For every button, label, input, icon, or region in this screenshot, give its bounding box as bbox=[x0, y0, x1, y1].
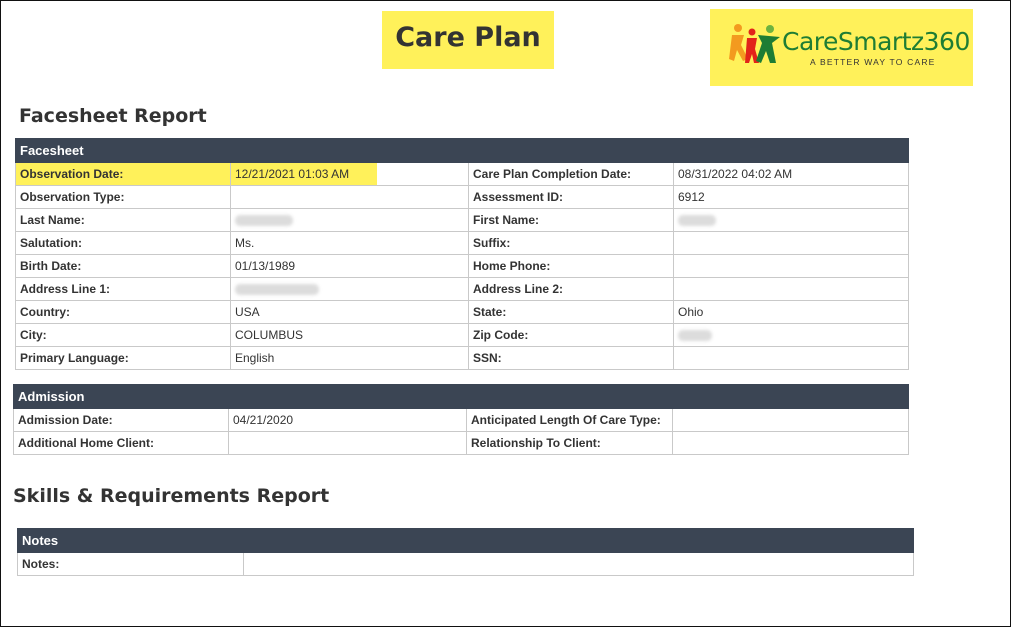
table-row: Last Name: First Name: bbox=[15, 208, 910, 232]
state-label: State: bbox=[468, 300, 674, 324]
assessment-id-value: 6912 bbox=[672, 185, 910, 209]
page-title-box: Care Plan bbox=[382, 11, 554, 69]
table-row: City: COLUMBUS Zip Code: bbox=[15, 323, 910, 347]
observation-type-label: Observation Type: bbox=[15, 185, 231, 209]
table-row: Observation Type: Assessment ID: 6912 bbox=[15, 185, 910, 209]
home-phone-value bbox=[672, 254, 910, 278]
notes-label: Notes: bbox=[17, 552, 244, 576]
primary-language-label: Primary Language: bbox=[15, 346, 231, 370]
ssn-value bbox=[672, 346, 910, 370]
table-row: Salutation: Ms. Suffix: bbox=[15, 231, 910, 255]
birth-date-value: 01/13/1989 bbox=[230, 254, 469, 278]
home-phone-label: Home Phone: bbox=[468, 254, 674, 278]
salutation-label: Salutation: bbox=[15, 231, 231, 255]
table-row: Observation Date: 12/21/2021 01:03 AM Ca… bbox=[15, 162, 910, 186]
anticipated-length-of-care-label: Anticipated Length Of Care Type: bbox=[466, 408, 673, 432]
observation-date-label: Observation Date: bbox=[15, 162, 231, 186]
admission-date-value: 04/21/2020 bbox=[228, 408, 467, 432]
logo-name: CareSmartz360 bbox=[782, 27, 970, 56]
country-label: Country: bbox=[15, 300, 231, 324]
table-row: Address Line 1: Address Line 2: bbox=[15, 277, 910, 301]
assessment-id-label: Assessment ID: bbox=[468, 185, 674, 209]
section-title: Admission bbox=[12, 384, 910, 409]
observation-date-text: 12/21/2021 01:03 AM bbox=[231, 163, 377, 185]
redacted-text bbox=[678, 215, 716, 227]
suffix-label: Suffix: bbox=[468, 231, 674, 255]
birth-date-label: Birth Date: bbox=[15, 254, 231, 278]
care-plan-completion-date-value: 08/31/2022 04:02 AM bbox=[672, 162, 910, 186]
section-title: Facesheet bbox=[14, 138, 910, 163]
primary-language-value: English bbox=[230, 346, 469, 370]
notes-table: Notes Notes: bbox=[17, 528, 914, 576]
last-name-value bbox=[230, 208, 469, 232]
facesheet-report-title: Facesheet Report bbox=[19, 105, 207, 127]
city-label: City: bbox=[15, 323, 231, 347]
zip-code-label: Zip Code: bbox=[468, 323, 674, 347]
suffix-value bbox=[672, 231, 910, 255]
table-row: Country: USA State: Ohio bbox=[15, 300, 910, 324]
table-row: Additional Home Client: Relationship To … bbox=[13, 431, 910, 455]
report-frame: Care Plan CareSmartz360 A BETTER WAY TO … bbox=[0, 0, 1011, 627]
table-row: Admission Date: 04/21/2020 Anticipated L… bbox=[13, 408, 910, 432]
care-plan-completion-date-label: Care Plan Completion Date: bbox=[468, 162, 674, 186]
salutation-value: Ms. bbox=[230, 231, 469, 255]
relationship-to-client-label: Relationship To Client: bbox=[466, 431, 673, 455]
people-figures-icon bbox=[729, 24, 780, 63]
page-title: Care Plan bbox=[395, 21, 541, 53]
last-name-label: Last Name: bbox=[15, 208, 231, 232]
relationship-to-client-value bbox=[671, 431, 910, 455]
city-value: COLUMBUS bbox=[230, 323, 469, 347]
state-value: Ohio bbox=[672, 300, 910, 324]
address-line-2-value bbox=[672, 277, 910, 301]
redacted-text bbox=[235, 215, 293, 227]
section-header-facesheet: Facesheet bbox=[14, 138, 910, 163]
skills-report-title: Skills & Requirements Report bbox=[13, 485, 330, 507]
address-line-1-value bbox=[230, 277, 469, 301]
notes-value bbox=[243, 552, 914, 576]
table-row: Birth Date: 01/13/1989 Home Phone: bbox=[15, 254, 910, 278]
logo-tagline: A BETTER WAY TO CARE bbox=[810, 57, 936, 67]
table-row: Primary Language: English SSN: bbox=[15, 346, 910, 370]
brand-logo: CareSmartz360 A BETTER WAY TO CARE bbox=[710, 9, 973, 86]
anticipated-length-of-care-value bbox=[671, 408, 910, 432]
observation-date-value: 12/21/2021 01:03 AM bbox=[230, 162, 469, 186]
section-title: Notes bbox=[17, 528, 914, 553]
redacted-text bbox=[235, 284, 319, 296]
address-line-1-label: Address Line 1: bbox=[15, 277, 231, 301]
redacted-text bbox=[678, 330, 712, 342]
country-value: USA bbox=[230, 300, 469, 324]
table-row: Notes: bbox=[17, 552, 914, 576]
section-header-notes: Notes bbox=[17, 528, 914, 553]
first-name-value bbox=[672, 208, 910, 232]
additional-home-client-value bbox=[228, 431, 467, 455]
address-line-2-label: Address Line 2: bbox=[468, 277, 674, 301]
first-name-label: First Name: bbox=[468, 208, 674, 232]
zip-code-value bbox=[672, 323, 910, 347]
admission-date-label: Admission Date: bbox=[13, 408, 229, 432]
observation-type-value bbox=[230, 185, 469, 209]
ssn-label: SSN: bbox=[468, 346, 674, 370]
additional-home-client-label: Additional Home Client: bbox=[13, 431, 229, 455]
section-header-admission: Admission bbox=[12, 384, 910, 409]
admission-table: Admission Admission Date: 04/21/2020 Ant… bbox=[12, 384, 910, 455]
facesheet-table: Facesheet Observation Date: 12/21/2021 0… bbox=[14, 138, 910, 370]
